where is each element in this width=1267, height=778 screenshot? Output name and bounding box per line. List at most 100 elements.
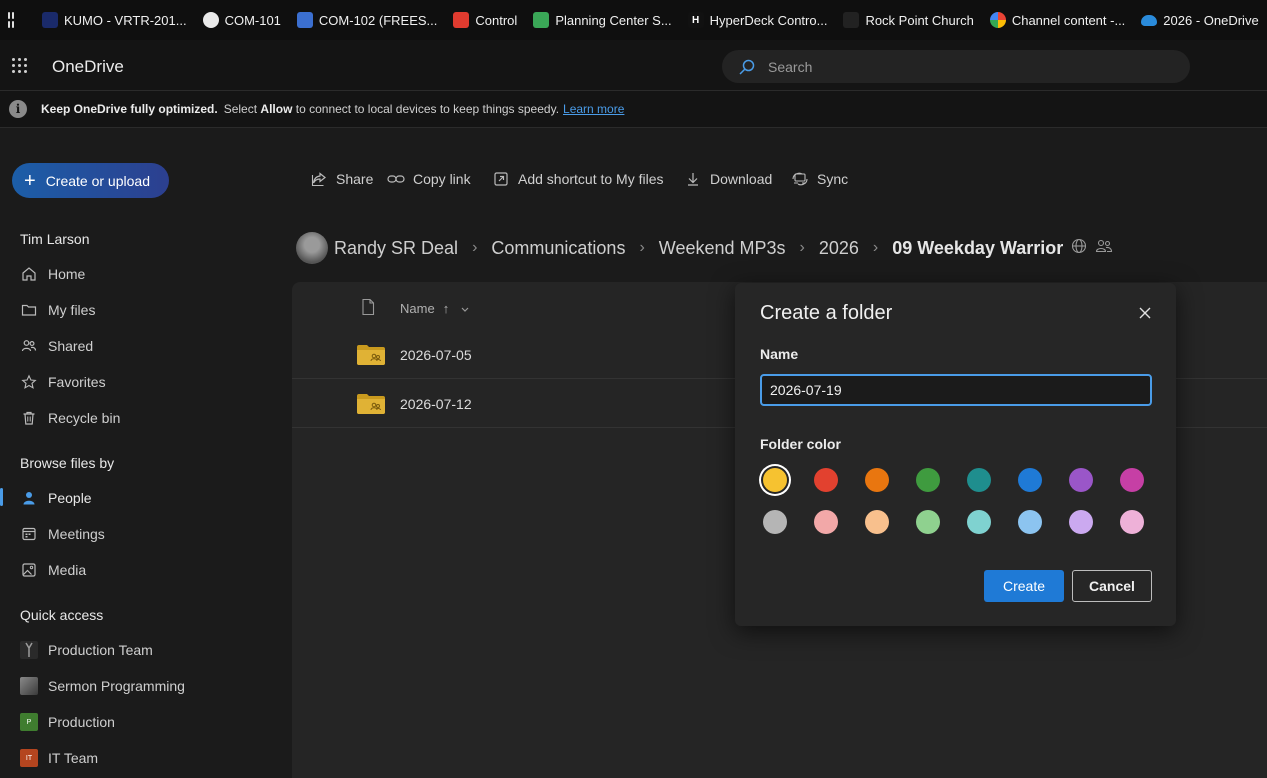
app-name[interactable]: OneDrive xyxy=(52,57,124,77)
quick-access-production[interactable]: P Production xyxy=(20,712,115,732)
calendar-icon xyxy=(20,525,38,543)
folder-color-label: Folder color xyxy=(760,436,841,452)
folder-color-swatch[interactable] xyxy=(1069,510,1093,534)
quick-access-heading: Quick access xyxy=(20,607,104,623)
download-icon xyxy=(684,170,702,188)
nav-home[interactable]: Home xyxy=(20,264,85,284)
breadcrumb-item[interactable]: 2026 xyxy=(819,238,859,259)
quick-access-sermon-programming[interactable]: Sermon Programming xyxy=(20,676,185,696)
file-name[interactable]: 2026-07-12 xyxy=(400,396,472,412)
download-label: Download xyxy=(710,171,773,187)
hyperdeck-icon: H xyxy=(687,12,704,28)
folder-color-swatch[interactable] xyxy=(1018,468,1042,492)
sort-ascending-icon: ↑ xyxy=(442,301,450,316)
it-team-thumbnail: IT xyxy=(20,749,38,767)
nav-home-label: Home xyxy=(48,266,86,282)
user-name: Tim Larson xyxy=(20,231,90,247)
bookmark-item[interactable]: COM-101 xyxy=(202,12,281,28)
nav-meetings[interactable]: Meetings xyxy=(20,524,105,544)
bookmark-label: Control xyxy=(475,12,518,28)
folder-color-swatch[interactable] xyxy=(865,510,889,534)
share-command[interactable]: Share xyxy=(310,170,373,188)
bookmark-item[interactable]: Control xyxy=(453,12,517,28)
google-icon xyxy=(989,12,1006,28)
nav-media-label: Media xyxy=(48,562,87,578)
nav-shared[interactable]: Shared xyxy=(20,336,93,356)
folder-color-swatch[interactable] xyxy=(916,510,940,534)
person-icon xyxy=(20,489,38,507)
suite-header: OneDrive Search xyxy=(0,40,1267,91)
folder-color-swatch[interactable] xyxy=(763,510,787,534)
bookmark-item[interactable]: Rock Point Church xyxy=(843,12,974,28)
breadcrumb-item[interactable]: Communications xyxy=(491,238,625,259)
sync-command[interactable]: Sync xyxy=(791,170,848,188)
chevron-down-icon[interactable] xyxy=(461,301,469,316)
create-or-upload-button[interactable]: + Create or upload xyxy=(12,163,169,198)
copy-link-command[interactable]: Copy link xyxy=(387,170,471,188)
folder-color-swatch[interactable] xyxy=(763,468,787,492)
file-name[interactable]: 2026-07-05 xyxy=(400,347,472,363)
folder-color-swatch[interactable] xyxy=(916,468,940,492)
copy-link-label: Copy link xyxy=(413,171,471,187)
shared-folder-icon xyxy=(357,393,385,414)
create-button[interactable]: Create xyxy=(984,570,1064,602)
folder-color-swatch[interactable] xyxy=(1120,468,1144,492)
avatar xyxy=(296,232,328,264)
onedrive-icon xyxy=(1141,14,1158,26)
folder-color-swatch[interactable] xyxy=(814,468,838,492)
cancel-button[interactable]: Cancel xyxy=(1072,570,1152,602)
bookmark-item[interactable]: 2026 - OneDrive xyxy=(1141,12,1259,28)
bookmark-label: Rock Point Church xyxy=(865,12,974,28)
bookmark-item[interactable]: H HyperDeck Contro... xyxy=(687,12,828,28)
nav-recycle-bin[interactable]: Recycle bin xyxy=(20,408,120,428)
nav-people[interactable]: People xyxy=(0,488,92,508)
kumo-icon xyxy=(42,12,58,28)
breadcrumb-current: 09 Weekday Warrior xyxy=(892,237,1064,258)
bookmark-label: KUMO - VRTR-201... xyxy=(64,12,187,28)
dialog-title: Create a folder xyxy=(760,302,893,324)
folder-color-swatch[interactable] xyxy=(814,510,838,534)
breadcrumb-item[interactable]: Randy SR Deal xyxy=(334,238,458,259)
nav-my-files[interactable]: My files xyxy=(20,300,95,320)
folder-name-input[interactable] xyxy=(760,374,1152,406)
bookmark-item[interactable]: Channel content -... xyxy=(989,12,1125,28)
church-icon xyxy=(843,12,860,28)
create-or-upload-label: Create or upload xyxy=(45,172,150,189)
chevron-right-icon: › xyxy=(639,239,645,256)
nav-media[interactable]: Media xyxy=(20,560,86,580)
bookmark-item[interactable]: KUMO - VRTR-201... xyxy=(42,12,187,28)
folder-color-swatch[interactable] xyxy=(865,468,889,492)
bookmark-item[interactable]: COM-102 (FREES... xyxy=(296,12,438,28)
file-list-header: Name ↑ xyxy=(360,298,469,319)
add-shortcut-command[interactable]: Add shortcut to My files xyxy=(492,170,664,188)
app-launcher-icon[interactable] xyxy=(12,58,27,73)
shortcut-icon xyxy=(492,170,510,188)
folder-color-swatch[interactable] xyxy=(1018,510,1042,534)
bookmark-label: COM-102 (FREES... xyxy=(318,12,438,28)
quick-access-label: Production Team xyxy=(48,642,153,658)
download-command[interactable]: Download xyxy=(684,170,772,188)
image-icon xyxy=(20,561,38,579)
bookmark-label: HyperDeck Contro... xyxy=(709,12,828,28)
gear-globe-icon xyxy=(296,12,313,28)
learn-more-link[interactable]: Learn more xyxy=(563,102,624,116)
name-column-header[interactable]: Name xyxy=(400,301,435,316)
quick-access-label: IT Team xyxy=(48,750,99,766)
quick-access-production-team[interactable]: Production Team xyxy=(20,640,153,660)
search-box[interactable]: Search xyxy=(722,50,1190,83)
breadcrumb-item[interactable]: Weekend MP3s xyxy=(659,238,786,259)
apps-grid-icon[interactable] xyxy=(8,12,14,28)
shared-people-icon[interactable] xyxy=(1095,238,1113,259)
folder-color-swatch[interactable] xyxy=(967,468,991,492)
folder-color-swatch[interactable] xyxy=(967,510,991,534)
folder-color-swatch[interactable] xyxy=(1120,510,1144,534)
nav-favorites[interactable]: Favorites xyxy=(20,372,106,392)
share-label: Share xyxy=(336,171,374,187)
folder-color-swatch[interactable] xyxy=(1069,468,1093,492)
quick-access-label: Sermon Programming xyxy=(48,678,185,694)
bookmark-label: 2026 - OneDrive xyxy=(1163,12,1259,28)
quick-access-it-team[interactable]: IT IT Team xyxy=(20,748,98,768)
production-thumbnail: P xyxy=(20,713,38,731)
bookmark-item[interactable]: Planning Center S... xyxy=(533,12,672,28)
close-icon[interactable] xyxy=(1135,303,1155,323)
